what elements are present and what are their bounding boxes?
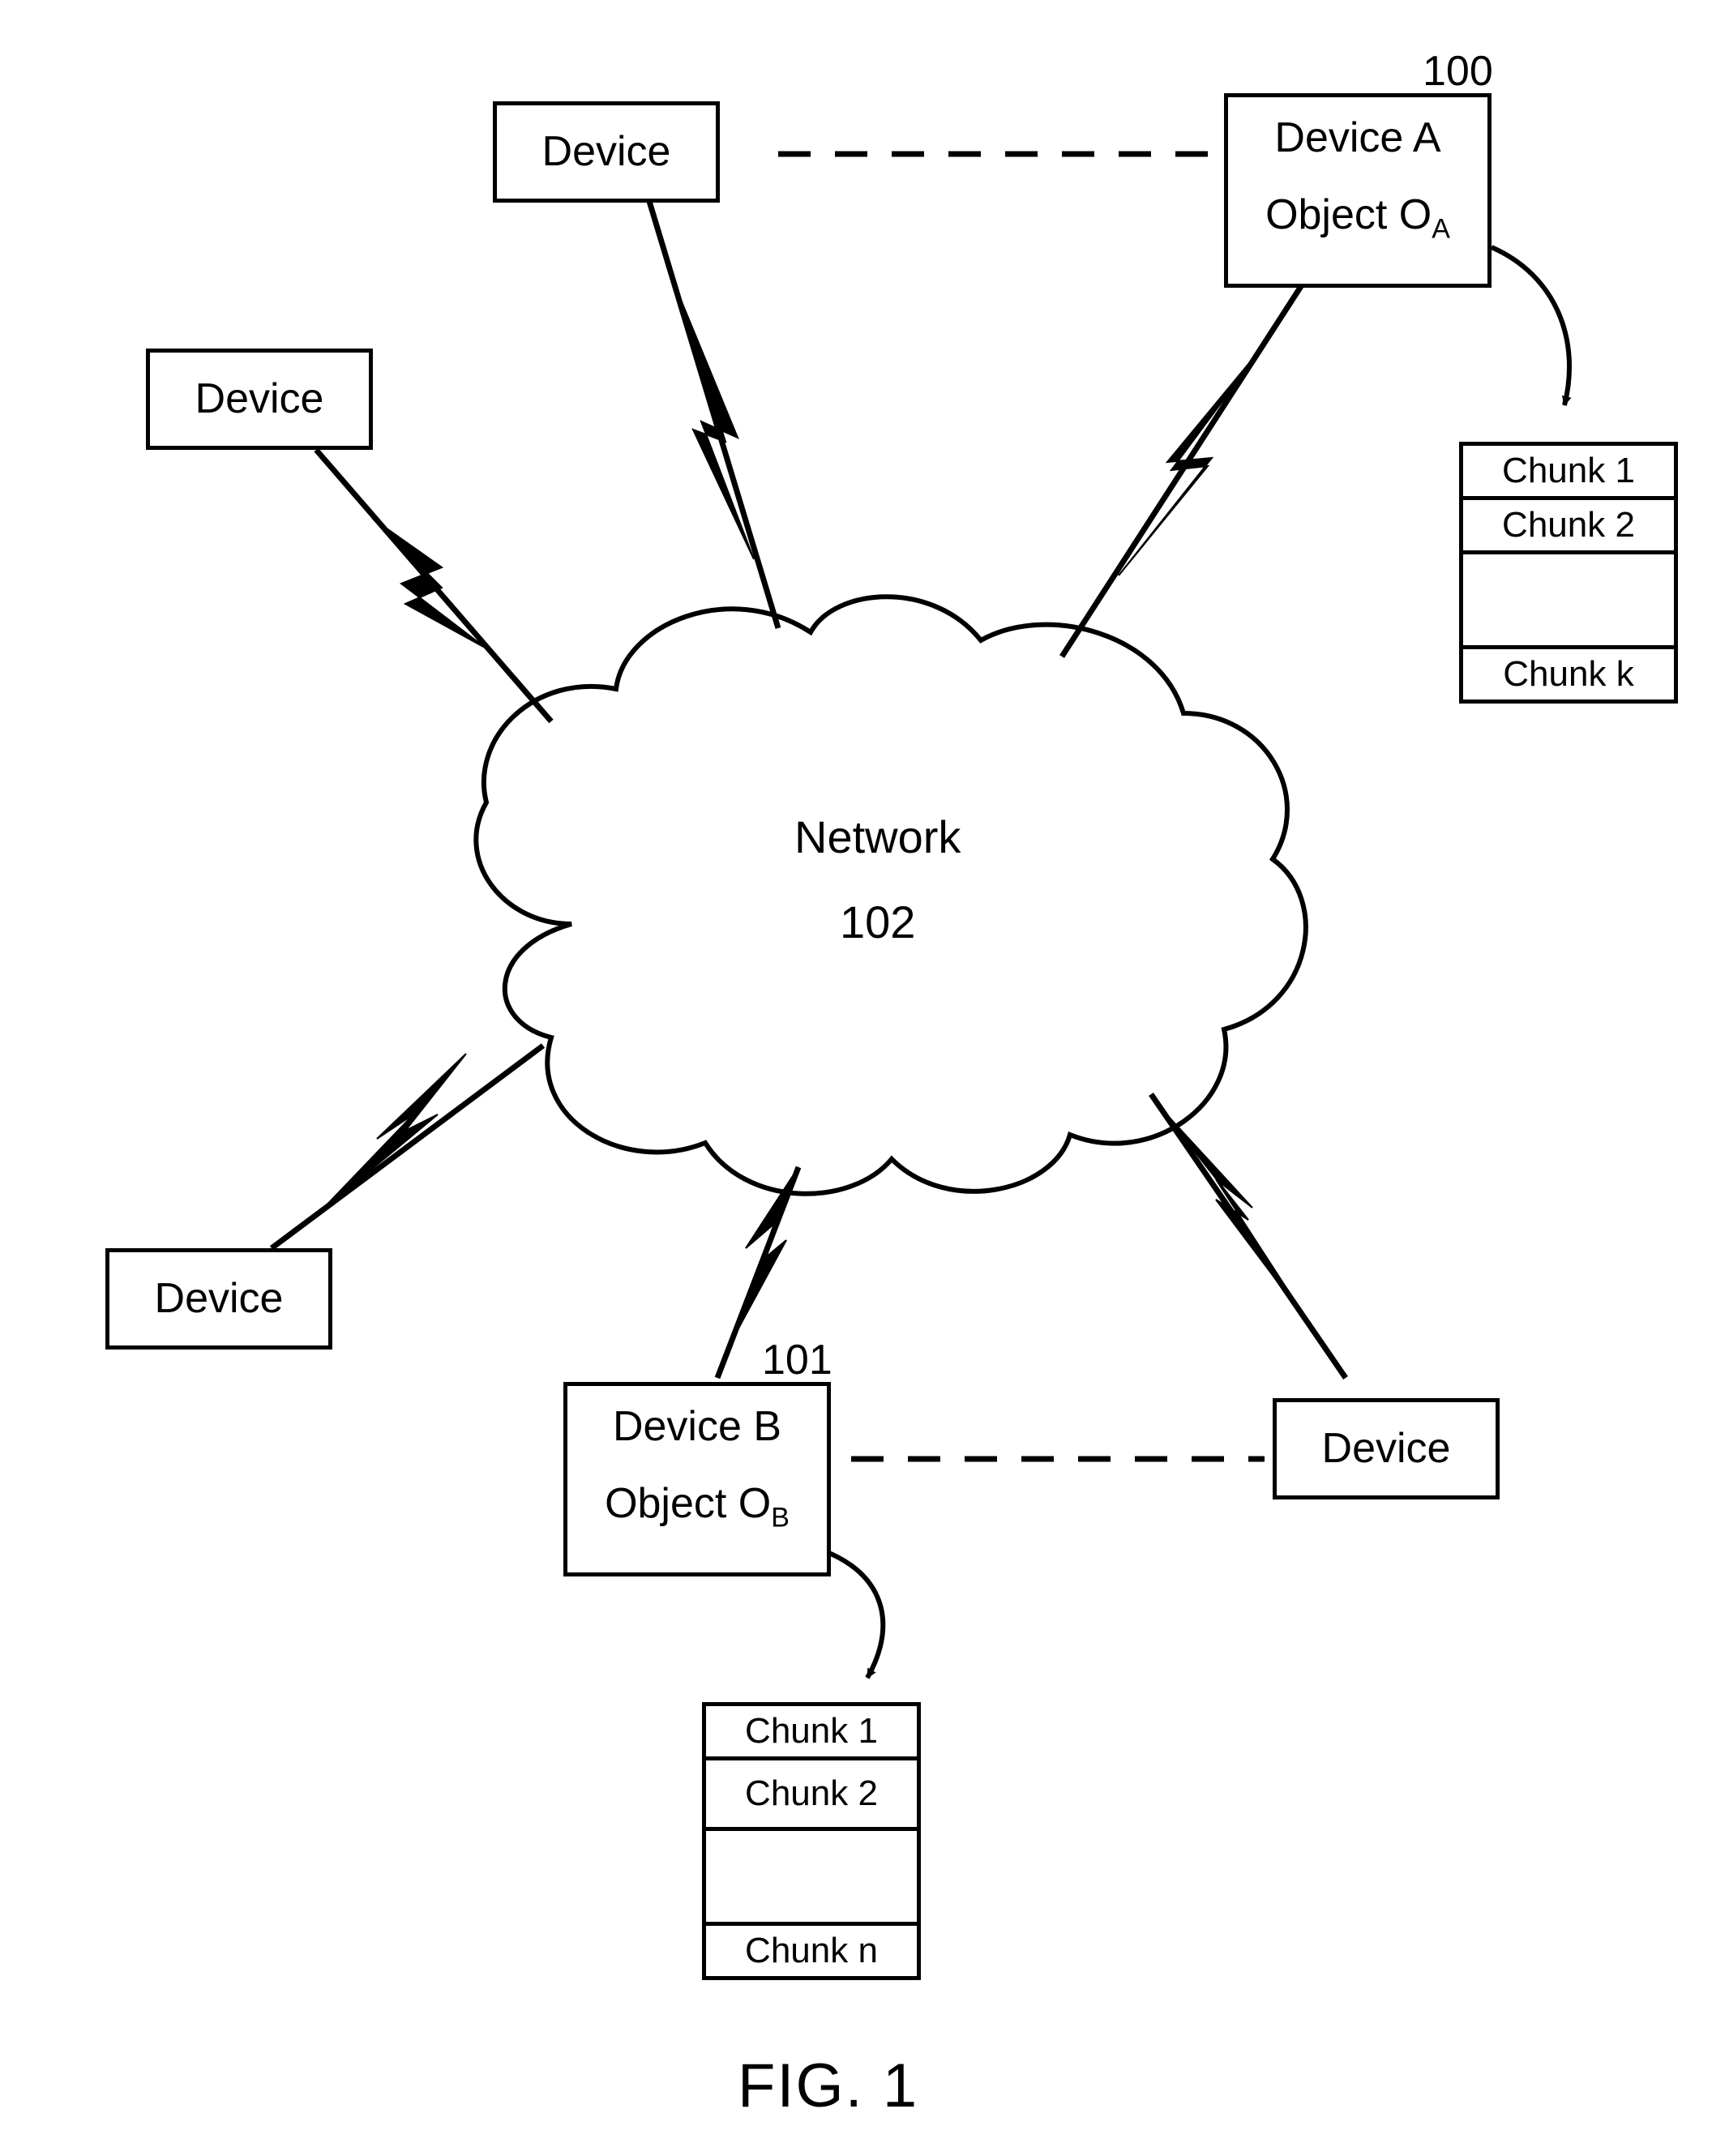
arrow-object-a-to-chunks [1492,247,1569,405]
connector-line [272,1046,543,1248]
connector-line [316,450,551,721]
device-a-box: Device A Object OA [1224,93,1492,288]
device-bottom-right: Device [1273,1398,1500,1499]
connector-line [1151,1094,1346,1378]
device-a-title: Device A [1228,113,1487,162]
figure-caption: FIG. 1 [738,2051,918,2121]
network-label: Network 102 [794,811,961,948]
device-a-object: Object OA [1228,190,1487,245]
device-left-lower: Device [105,1248,332,1350]
connector-line [1062,267,1313,657]
device-left-upper: Device [146,349,373,450]
device-b-box: Device B Object OB [563,1382,831,1576]
device-b-title: Device B [567,1402,827,1451]
device-a-ref: 100 [1423,47,1493,96]
device-top-middle: Device [493,101,720,203]
chunk-table-b: Chunk 1 Chunk 2 Chunk n [702,1702,921,1980]
device-b-object: Object OB [567,1479,827,1534]
device-b-ref: 101 [762,1336,832,1384]
chunk-table-a: Chunk 1 Chunk 2 Chunk k [1459,442,1678,704]
connector-line [648,199,778,628]
